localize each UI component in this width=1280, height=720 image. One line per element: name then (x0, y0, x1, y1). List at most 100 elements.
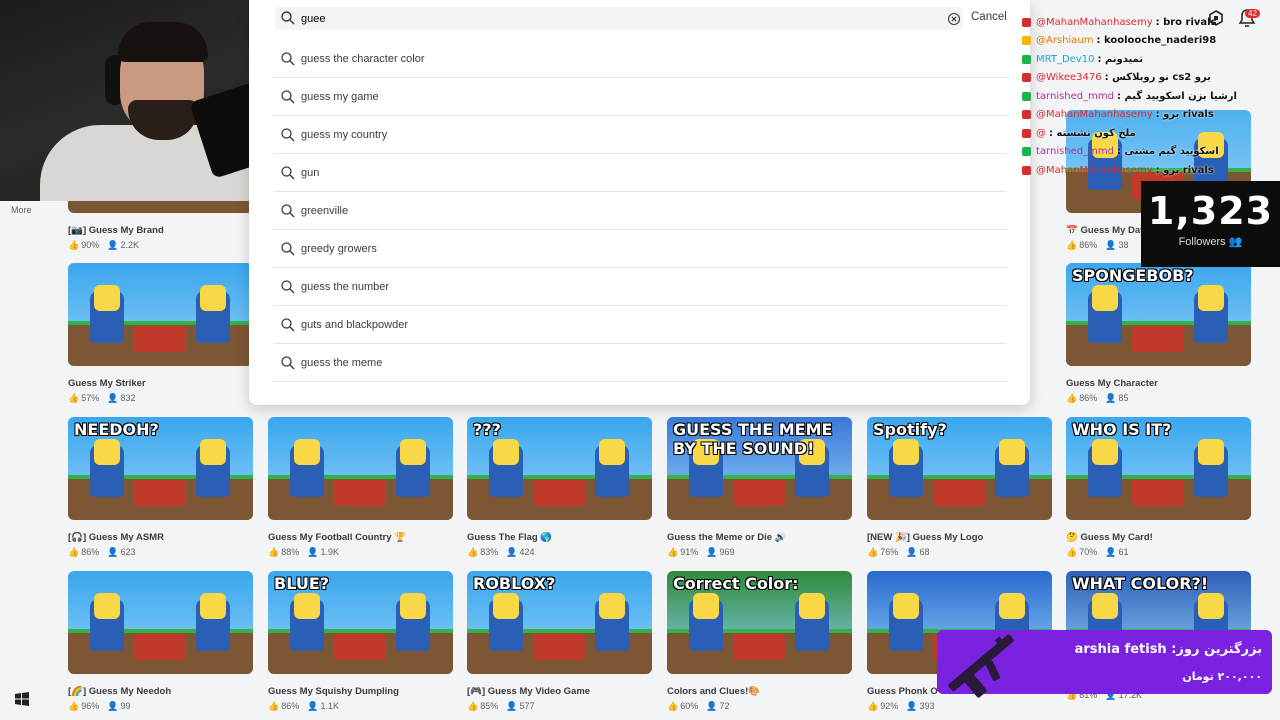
chat-username: @MahanMahanhasemy (1036, 164, 1153, 176)
game-players: 61 (1118, 547, 1129, 557)
search-suggestion[interactable]: guess the meme (273, 344, 1007, 382)
thumbs-up-icon: 👍 (1066, 393, 1078, 403)
search-suggestion[interactable]: guts and blackpowder (273, 306, 1007, 344)
game-thumbnail[interactable]: ROBLOX? (467, 571, 652, 674)
game-title[interactable]: Guess My Character (1066, 378, 1251, 389)
search-bar[interactable] (275, 7, 963, 30)
game-card[interactable]: [🌈] Guess My Needoh 👍 96% 👤 99 (68, 571, 253, 712)
game-stats: 👍 83% 👤 424 (467, 547, 652, 558)
search-input[interactable] (301, 10, 901, 27)
game-rating: 57% (81, 393, 100, 403)
game-card[interactable]: Correct Color: Colors and Clues!🎨 👍 60% 👤 72 (667, 571, 852, 712)
suggestion-text: gun (301, 166, 320, 179)
players-icon: 👤 (906, 547, 918, 557)
game-title[interactable]: Guess My Striker (68, 378, 253, 389)
search-icon (281, 89, 295, 103)
cancel-button[interactable]: Cancel (971, 11, 1007, 23)
game-card[interactable]: NEEDOH? [🎧] Guess My ASMR 👍 86% 👤 623 (68, 417, 253, 558)
chat-username: @Arshiaum (1036, 35, 1094, 47)
notification-badge: 42 (1245, 9, 1260, 18)
game-players: 969 (719, 547, 735, 557)
game-card[interactable]: Guess My Striker 👍 57% 👤 832 (68, 263, 253, 404)
game-title[interactable]: [🎮] Guess My Video Game (467, 686, 652, 697)
players-icon: 👤 (107, 547, 119, 557)
chat-username: tarnished_mmd (1036, 146, 1114, 158)
game-stats: 👍 76% 👤 68 (867, 547, 1052, 558)
game-title[interactable]: 🤔 Guess My Card! (1066, 532, 1251, 543)
search-suggestion[interactable]: guess my country (273, 116, 1007, 154)
platform-badge-icon (1022, 91, 1031, 101)
chat-text: : ملخ کون نشسته (1049, 127, 1136, 139)
players-icon: 👤 (906, 701, 918, 711)
platform-badge-icon (1022, 17, 1031, 27)
game-thumbnail[interactable]: Correct Color: (667, 571, 852, 674)
thumbs-up-icon: 👍 (268, 547, 280, 557)
chat-text: : نو روبلاکس cs2 برو (1104, 72, 1211, 84)
game-card[interactable]: Guess My Football Country 🏆 👍 88% 👤 1.9K (268, 417, 453, 558)
game-card[interactable]: SPONGEBOB? Guess My Character 👍 86% 👤 85 (1066, 263, 1251, 404)
suggestion-text: greedy growers (301, 242, 377, 255)
game-players: 85 (1118, 393, 1129, 403)
chat-username: @Wikee3476 (1036, 72, 1102, 84)
game-players: 393 (919, 701, 935, 711)
clear-search-icon[interactable] (947, 12, 961, 26)
search-suggestion[interactable]: greedy growers (273, 230, 1007, 268)
game-title[interactable]: [🌈] Guess My Needoh (68, 686, 253, 697)
game-title[interactable]: Guess My Squishy Dumpling (268, 686, 453, 697)
game-rating: 85% (480, 701, 499, 711)
thumbs-up-icon: 👍 (268, 701, 280, 711)
windows-icon[interactable] (15, 692, 29, 706)
chat-message: @MahanMahanhasemy: برو rivals (1022, 161, 1280, 180)
thumbs-up-icon: 👍 (68, 547, 80, 557)
game-card[interactable]: Spotify? [NEW 🎉] Guess My Logo 👍 76% 👤 68 (867, 417, 1052, 558)
players-icon: 👤 (506, 547, 518, 557)
more-nav-item[interactable]: More (11, 205, 32, 215)
game-thumbnail[interactable]: NEEDOH? (68, 417, 253, 520)
thumbs-up-icon: 👍 (68, 240, 80, 250)
search-dropdown: Cancel guess the character color guess my… (249, 0, 1030, 405)
search-suggestion[interactable]: greenville (273, 192, 1007, 230)
game-card[interactable]: ??? Guess The Flag 🌎 👍 83% 👤 424 (467, 417, 652, 558)
game-thumbnail[interactable] (68, 571, 253, 674)
game-thumbnail[interactable]: Spotify? (867, 417, 1052, 520)
game-title[interactable]: Colors and Clues!🎨 (667, 686, 852, 697)
chat-message: @Wikee3476: نو روبلاکس cs2 برو (1022, 69, 1280, 88)
game-title[interactable]: Guess My Football Country 🏆 (268, 532, 453, 543)
players-icon: 👤 (107, 393, 119, 403)
game-rating: 91% (680, 547, 699, 557)
robux-icon[interactable] (1209, 10, 1223, 26)
search-suggestion[interactable]: guess the number (273, 268, 1007, 306)
game-stats: 👍 57% 👤 832 (68, 393, 253, 404)
game-title[interactable]: [🎧] Guess My ASMR (68, 532, 253, 543)
game-title[interactable]: [📷] Guess My Brand (68, 225, 253, 236)
thumbs-up-icon: 👍 (1066, 240, 1078, 250)
search-icon (281, 11, 295, 25)
game-thumbnail[interactable]: BLUE? (268, 571, 453, 674)
search-icon (281, 127, 295, 141)
game-title[interactable]: Guess the Meme or Die 🔊 (667, 532, 852, 543)
platform-badge-icon (1022, 36, 1031, 46)
game-thumbnail[interactable] (68, 263, 253, 366)
game-stats: 👍 96% 👤 99 (68, 701, 253, 712)
thumbnail-overlay-text: WHO IS IT? (1072, 420, 1172, 439)
thumbs-up-icon: 👍 (467, 701, 479, 711)
game-card[interactable]: GUESS THE MEME BY THE SOUND! Guess the Me… (667, 417, 852, 558)
game-thumbnail[interactable] (268, 417, 453, 520)
game-rating: 88% (281, 547, 300, 557)
game-card[interactable]: ROBLOX? [🎮] Guess My Video Game 👍 85% 👤 577 (467, 571, 652, 712)
chat-message: tarnished_mmd: اسکویید گیم مشتی (1022, 143, 1280, 162)
game-thumbnail[interactable]: SPONGEBOB? (1066, 263, 1251, 366)
search-suggestion[interactable]: gun (273, 154, 1007, 192)
search-suggestion[interactable]: guess my game (273, 78, 1007, 116)
game-players: 1.9K (320, 547, 339, 557)
search-suggestion[interactable]: guess the character color (273, 40, 1007, 78)
game-thumbnail[interactable]: WHO IS IT? (1066, 417, 1251, 520)
chat-message: @Arshiaum: koolooche_naderi98 (1022, 32, 1280, 51)
game-title[interactable]: [NEW 🎉] Guess My Logo (867, 532, 1052, 543)
game-thumbnail[interactable]: GUESS THE MEME BY THE SOUND! (667, 417, 852, 520)
game-thumbnail[interactable]: ??? (467, 417, 652, 520)
game-card[interactable]: BLUE? Guess My Squishy Dumpling 👍 86% 👤 1.1K (268, 571, 453, 712)
game-title[interactable]: Guess The Flag 🌎 (467, 532, 652, 543)
game-stats: 👍 86% 👤 623 (68, 547, 253, 558)
game-card[interactable]: WHO IS IT? 🤔 Guess My Card! 👍 70% 👤 61 (1066, 417, 1251, 558)
